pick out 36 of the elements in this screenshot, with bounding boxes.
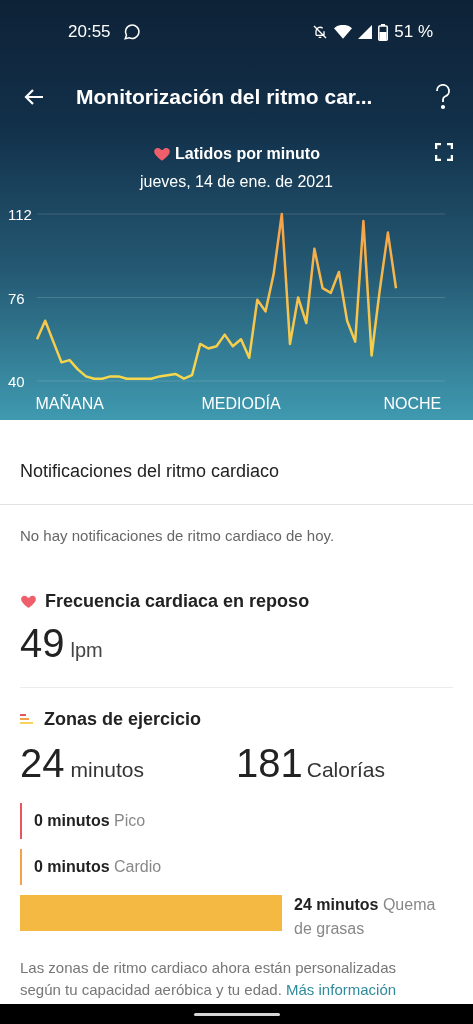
section-title: Zonas de ejercicio	[44, 707, 202, 731]
wifi-icon	[334, 25, 353, 39]
zone-text: 24 minutos Quema de grasas	[294, 894, 437, 939]
x-tick-label: MAÑANA	[35, 395, 104, 412]
resting-rate-value: 49	[20, 619, 65, 667]
home-indicator[interactable]	[193, 1012, 280, 1016]
screen-title: Monitorización del ritmo car...	[76, 84, 373, 111]
fullscreen-button[interactable]	[435, 143, 453, 161]
zone-text: 0 minutos Pico	[34, 810, 146, 831]
notifications-message: No hay notificaciones de ritmo cardiaco de hoy.	[20, 526, 336, 546]
help-button[interactable]	[435, 84, 451, 110]
resting-rate-unit: lpm	[70, 637, 103, 663]
calories-value: 181	[236, 739, 303, 787]
zones-note: Las zonas de ritmo cardiaco ahora están personalizadas según tu capacidad aeróbica y tu edad. Más información	[20, 957, 398, 1000]
x-tick-label: NOCHE	[383, 395, 442, 412]
zones-icon	[20, 713, 34, 725]
zone-text: 0 minutos Cardio	[34, 856, 162, 877]
x-tick-label: MEDIODÍA	[201, 395, 281, 412]
more-info-link[interactable]: Más información	[286, 980, 397, 998]
y-tick-label: 112	[8, 206, 32, 223]
section-title: Notificaciones del ritmo cardiaco	[20, 461, 280, 481]
signal-icon	[358, 25, 373, 39]
chart-title: Latidos por minuto	[175, 144, 320, 164]
battery-percent: 51 %	[394, 21, 433, 44]
clock: 20:55	[68, 21, 111, 44]
bell-off-icon	[312, 24, 329, 40]
calories-unit: Calorías	[306, 756, 385, 783]
y-tick-label: 76	[8, 289, 25, 307]
chart-date: jueves, 14 de ene. de 2021	[139, 172, 333, 192]
zone-minutes-unit: minutos	[70, 756, 145, 783]
section-title: Frecuencia cardiaca en reposo	[45, 589, 310, 613]
zone-minutes-value: 24	[20, 739, 65, 787]
heart-icon	[153, 145, 172, 163]
chat-app-icon	[122, 23, 141, 41]
battery-icon	[378, 23, 389, 41]
y-tick-label: 40	[8, 373, 25, 390]
